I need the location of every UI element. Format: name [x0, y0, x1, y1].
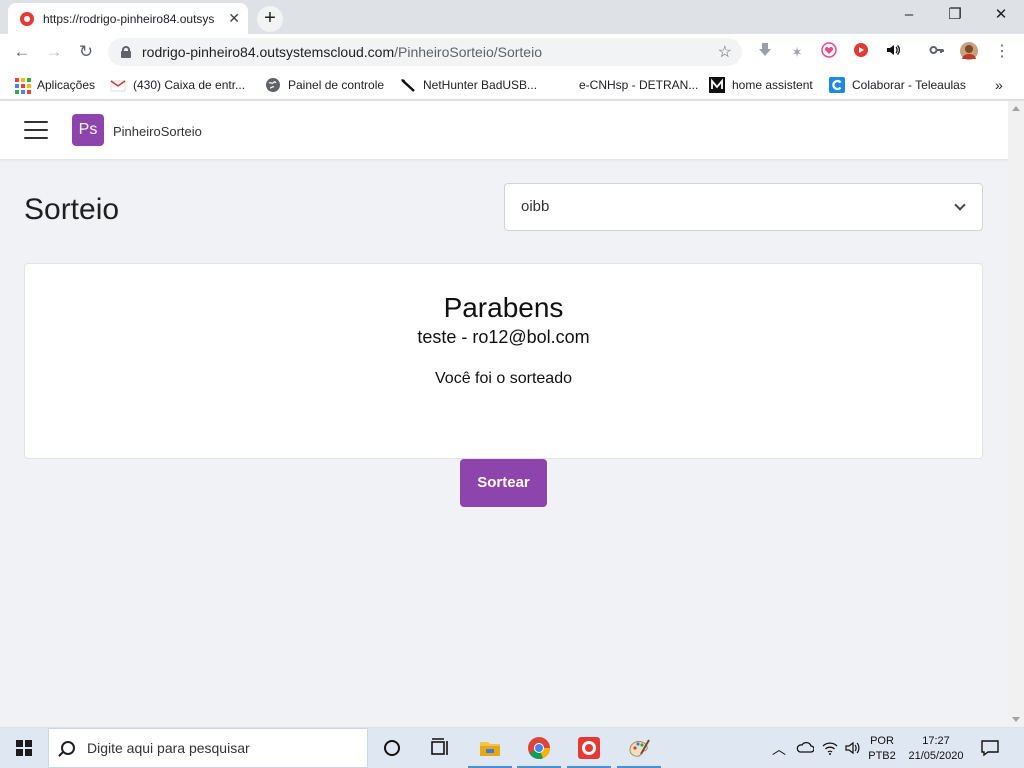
pin-extension-icon[interactable]: ✶	[785, 42, 809, 62]
app-logo[interactable]: Ps	[72, 114, 104, 146]
site-favicon-icon	[20, 11, 34, 26]
bookmark-label: e-CNHsp - DETRAN...	[579, 78, 699, 92]
bookmark-star-icon[interactable]: ☆	[718, 42, 732, 62]
forward-button[interactable]: →	[38, 36, 70, 68]
select-value: oibb	[521, 198, 550, 215]
tray-overflow-icon[interactable]: ︿	[772, 739, 786, 768]
key-extension-icon[interactable]	[925, 42, 949, 62]
tab-close-icon[interactable]: ✕	[228, 10, 240, 27]
result-message: Você foi o sorteado	[435, 370, 572, 387]
keyboard-layout: PTB2	[868, 750, 896, 762]
action-center-icon[interactable]	[980, 739, 1000, 768]
browser-menu-icon[interactable]: ⋮	[990, 42, 1014, 62]
bookmark-label: Aplicações	[37, 78, 96, 92]
search-icon	[61, 741, 75, 755]
scroll-down-icon[interactable]	[1012, 717, 1020, 722]
lock-icon	[120, 46, 132, 58]
web-page: Ps PinheiroSorteio Sorteio oibb Parabens…	[0, 101, 1008, 727]
page-title: Sorteio	[24, 193, 120, 226]
bookmark-label: home assistent	[732, 78, 813, 92]
medium-icon	[709, 77, 725, 93]
bookmark-detran[interactable]: e-CNHsp - DETRAN...	[556, 76, 698, 94]
clock[interactable]: 17:27 21/05/2020	[904, 728, 968, 768]
app-name[interactable]: PinheiroSorteio	[113, 124, 202, 139]
bookmark-colaborar[interactable]: Colaborar - Teleaulas	[829, 76, 966, 94]
apps-grid-icon	[14, 77, 31, 94]
bookmark-label: (430) Caixa de entr...	[133, 78, 246, 92]
page-scrollbar[interactable]	[1008, 101, 1024, 727]
bookmarks-bar: Aplicações (430) Caixa de entr... Painel…	[0, 70, 1024, 100]
campaign-select[interactable]: oibb	[504, 183, 983, 231]
maximize-button[interactable]: ❐	[932, 0, 978, 30]
volume-icon[interactable]	[844, 740, 862, 768]
browser-tab[interactable]: https://rodrigo-pinheiro84.outsys ✕	[8, 3, 248, 34]
red-app-icon[interactable]	[577, 736, 601, 760]
windows-start-icon[interactable]	[16, 740, 32, 756]
reload-button[interactable]: ↻	[70, 36, 102, 68]
usb-icon	[400, 77, 416, 93]
close-window-button[interactable]: ✕	[978, 0, 1024, 30]
bookmark-nethunter[interactable]: NetHunter BadUSB...	[400, 76, 537, 94]
taskbar: Digite aqui para pesquisar ︿ POR PTB2 17…	[0, 728, 1024, 768]
video-extension-icon[interactable]	[849, 42, 873, 62]
clock-time: 17:27	[922, 735, 950, 747]
paint-icon[interactable]	[627, 736, 651, 760]
sortear-button[interactable]: Sortear	[460, 459, 547, 507]
url-path: /PinheiroSorteio/Sorteio	[394, 44, 542, 60]
globe-icon	[265, 77, 281, 93]
language-code: POR	[870, 735, 894, 747]
new-tab-button[interactable]: +	[257, 6, 283, 32]
address-bar[interactable]: rodrigo-pinheiro84.outsystemscloud.com/P…	[108, 38, 742, 66]
heart-extension-icon[interactable]	[817, 42, 841, 62]
app-header: Ps PinheiroSorteio	[0, 101, 1008, 159]
bookmarks-overflow-button[interactable]: »	[995, 76, 1003, 94]
bookmark-label: Colaborar - Teleaulas	[852, 78, 966, 92]
profile-avatar[interactable]	[957, 42, 981, 62]
onedrive-icon[interactable]	[796, 740, 815, 768]
scroll-up-icon[interactable]	[1012, 106, 1020, 111]
blank-icon	[556, 77, 572, 93]
bookmark-home-assistent[interactable]: home assistent	[709, 76, 813, 94]
winner-text: teste - ro12@bol.com	[417, 327, 590, 347]
speaker-extension-icon[interactable]	[881, 42, 905, 62]
result-heading: Parabens	[443, 292, 564, 323]
mail-icon	[110, 77, 126, 93]
language-indicator[interactable]: POR PTB2	[864, 728, 900, 768]
result-card: Parabens teste - ro12@bol.com Você foi o…	[24, 263, 983, 459]
bookmark-label: Painel de controle	[288, 78, 385, 92]
download-extension-icon[interactable]	[753, 42, 777, 62]
tab-strip: https://rodrigo-pinheiro84.outsys ✕ + – …	[0, 0, 1024, 34]
cortana-icon[interactable]	[380, 736, 404, 760]
network-icon[interactable]	[822, 741, 838, 768]
bookmark-mail[interactable]: (430) Caixa de entr...	[110, 76, 245, 94]
bookmark-label: NetHunter BadUSB...	[423, 78, 538, 92]
chrome-icon[interactable]	[527, 736, 551, 760]
taskbar-search-box[interactable]: Digite aqui para pesquisar	[48, 728, 368, 768]
clock-date: 21/05/2020	[908, 750, 964, 762]
menu-hamburger-icon[interactable]	[24, 121, 48, 139]
minimize-button[interactable]: –	[886, 0, 932, 30]
file-explorer-icon[interactable]	[478, 736, 502, 760]
url-host: rodrigo-pinheiro84.outsystemscloud.com	[142, 44, 395, 60]
colaborar-icon	[829, 77, 845, 93]
chevron-down-icon	[954, 199, 966, 211]
search-placeholder: Digite aqui para pesquisar	[87, 740, 250, 756]
tab-title: https://rodrigo-pinheiro84.outsys	[43, 11, 215, 26]
task-view-icon[interactable]	[428, 736, 452, 760]
bookmark-painel[interactable]: Painel de controle	[265, 76, 384, 94]
back-button[interactable]: ←	[6, 36, 38, 68]
bookmark-apps[interactable]: Aplicações	[14, 76, 95, 94]
url-text[interactable]: rodrigo-pinheiro84.outsystemscloud.com/P…	[142, 44, 542, 60]
